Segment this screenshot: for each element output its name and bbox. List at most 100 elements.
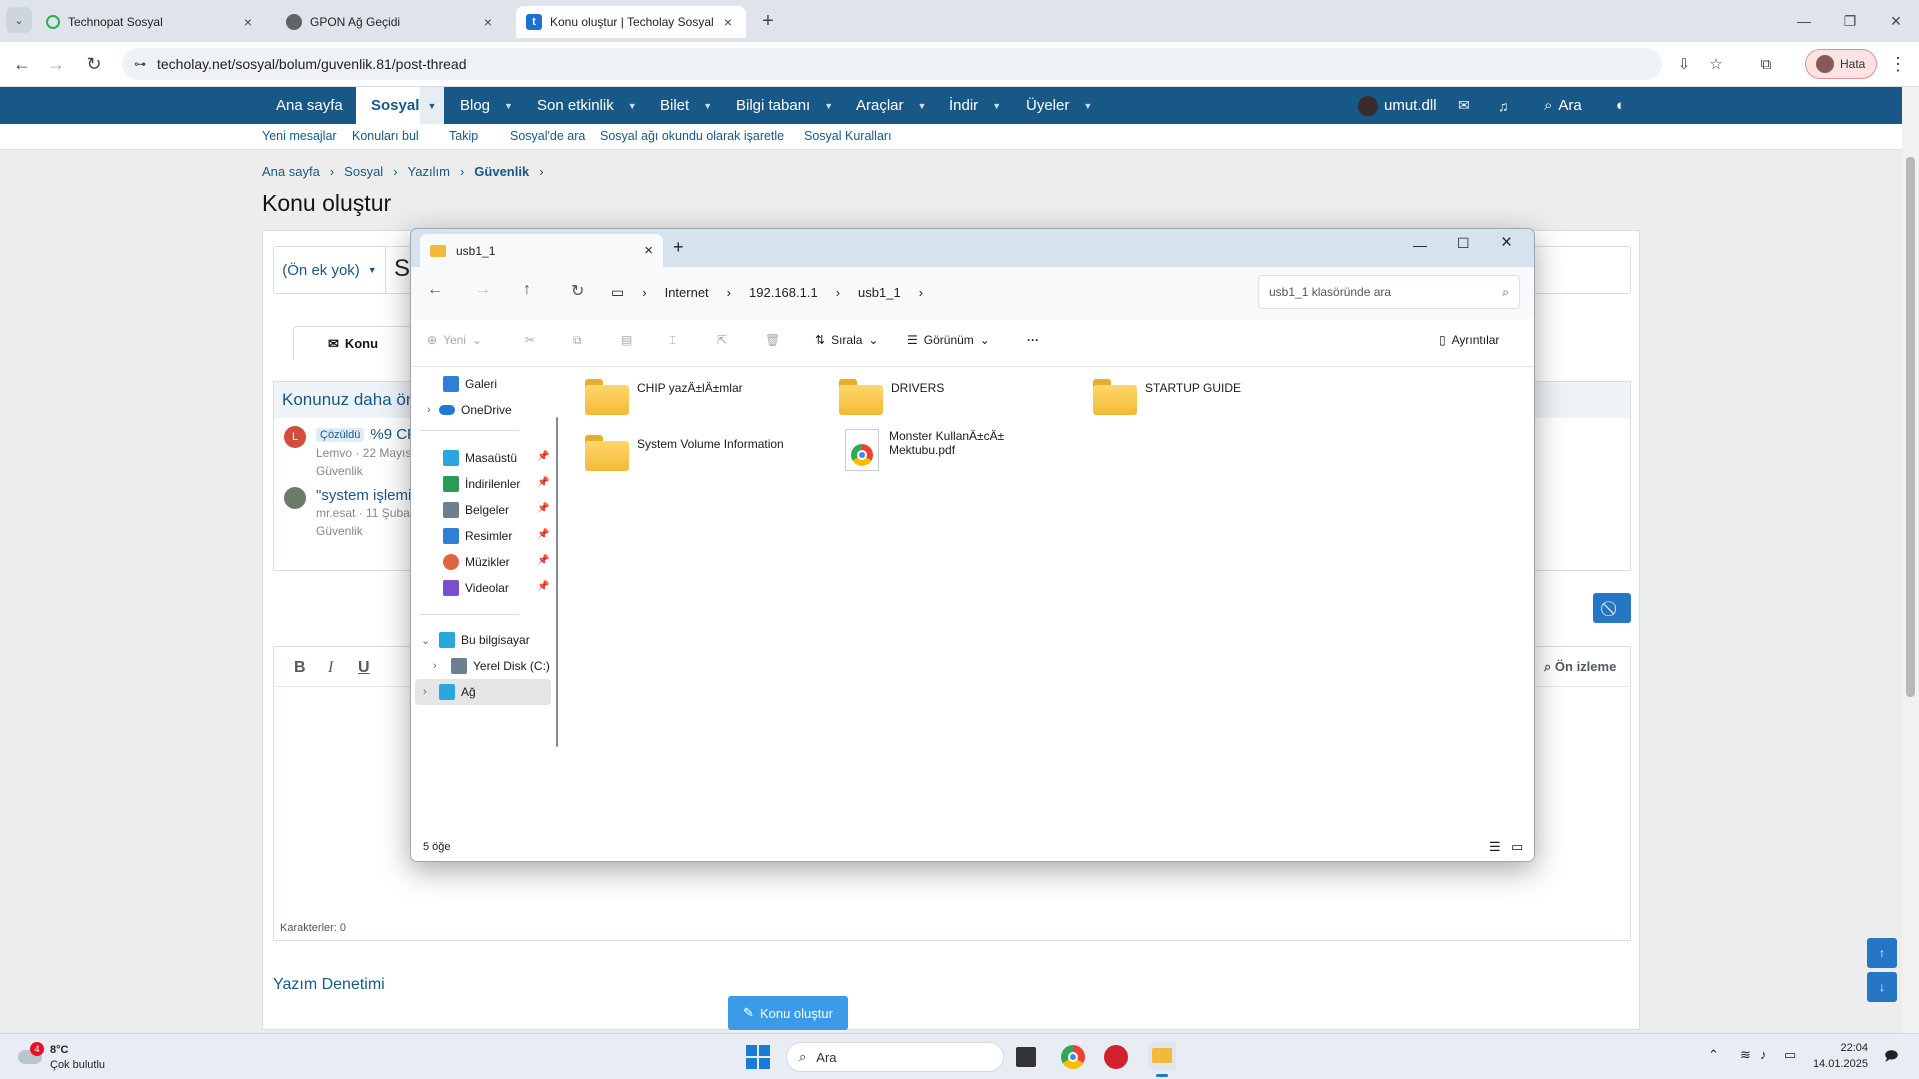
subnav-konulari-bul[interactable]: Konuları bul [352,129,419,143]
nav-blog[interactable]: Blog ▼ [460,87,513,124]
wifi-icon[interactable]: ≋ [1740,1047,1751,1063]
subnav-yeni-mesajlar[interactable]: Yeni mesajlar [262,129,337,143]
breadcrumb-sosyal[interactable]: Sosyal [344,164,383,179]
new-tab-button[interactable]: + [673,237,684,258]
sort-button[interactable]: ⇅ Sırala ⌄ [815,333,878,347]
tab-technopat[interactable]: Technopat Sosyal × [36,6,266,38]
sidebar-item-masaustu[interactable]: Masaüstü [443,445,517,471]
subnav-okundu[interactable]: Sosyal ağı okundu olarak işaretle [600,129,784,143]
nav-sosyal-dropdown[interactable]: ▼ [420,87,444,124]
battery-icon[interactable]: ▭ [1784,1047,1796,1063]
view-button[interactable]: ☰ Görünüm ⌄ [907,333,990,347]
url-field[interactable]: ⊶ techolay.net/sosyal/bolum/guvenlik.81/… [122,48,1662,80]
task-view-icon[interactable] [1016,1047,1036,1067]
windows-start-icon[interactable] [746,1045,770,1069]
weather-icon[interactable]: 4 [16,1042,44,1068]
underline-icon[interactable]: U [358,659,370,677]
rename-icon[interactable]: ⌶ [669,333,676,348]
explorer-tab[interactable]: usb1_1 × [420,234,663,267]
path-usb[interactable]: usb1_1 [858,285,901,300]
preview-button[interactable]: ⌕ Ön izleme [1544,659,1616,675]
folder-item[interactable]: System Volume Information [585,435,805,471]
close-tab-icon[interactable]: × [480,14,496,30]
tab-konu-olustur[interactable]: t Konu oluştur | Techolay Sosyal × [516,6,746,38]
sidebar-item-belgeler[interactable]: Belgeler [443,497,509,523]
nav-search[interactable]: ⌕ Ara [1544,87,1582,124]
nav-araclar[interactable]: Araçlar ▼ [856,87,926,124]
sidebar-item-videolar[interactable]: Videolar [443,575,509,601]
site-info-icon[interactable]: ⊶ [134,57,146,71]
chrome-icon[interactable] [1061,1045,1085,1069]
folder-item[interactable]: CHIP yazÄ±lÄ±mlar [585,379,785,415]
breadcrumb-yazilim[interactable]: Yazılım [408,164,450,179]
italic-icon[interactable]: I [328,659,333,677]
sidebar-scrollbar[interactable] [556,417,558,747]
profile-error-button[interactable]: Hata [1805,49,1877,79]
pin-icon[interactable]: 📌 [537,529,549,540]
paste-icon[interactable]: ▤ [621,333,632,347]
subnav-kurallar[interactable]: Sosyal Kuralları [804,129,892,143]
similar-thread-title[interactable]: "system işlemi [316,487,411,504]
sidebar-item-yerel-disk[interactable]: › Yerel Disk (C:) [433,653,550,679]
prefix-select[interactable]: (Ön ek yok) ▼ [274,247,386,293]
new-tab-button[interactable]: + [754,7,782,35]
breadcrumb-ana-sayfa[interactable]: Ana sayfa [262,164,320,179]
details-button[interactable]: ▯ Ayrıntılar [1439,333,1499,347]
sidebar-item-resimler[interactable]: Resimler [443,523,512,549]
tab-gpon[interactable]: GPON Ağ Geçidi × [276,6,506,38]
bell-icon[interactable]: ♫ [1498,87,1509,124]
submit-button[interactable]: ✎ Konu oluştur [728,996,848,1030]
chevron-up-icon[interactable]: ⌃ [1708,1047,1719,1063]
scroll-up-icon[interactable]: ↑ [1867,938,1897,968]
back-icon[interactable]: ← [8,50,36,78]
sidebar-item-indirilenler[interactable]: İndirilenler [443,471,520,497]
similar-thread-title[interactable]: Çözüldü %9 CP [316,426,417,443]
extensions-icon[interactable]: ⧉ [1752,50,1780,78]
copy-icon[interactable]: ⧉ [573,333,582,348]
mail-icon[interactable]: ✉ [1458,87,1470,124]
bookmark-star-icon[interactable]: ☆ [1702,50,1730,78]
close-window-icon[interactable]: × [1882,7,1910,35]
sidebar-item-ag[interactable]: › Ağ [415,679,551,705]
sidebar-item-onedrive[interactable]: › OneDrive [427,397,512,423]
nav-bilgi-tabani[interactable]: Bilgi tabanı ▼ [736,87,833,124]
delete-icon[interactable]: 🗑 [765,333,780,347]
page-scrollbar[interactable] [1902,87,1919,1033]
theme-toggle-icon[interactable]: ◐ [1616,87,1625,124]
details-view-icon[interactable]: ☰ [1489,839,1501,855]
sidebar-item-muzikler[interactable]: Müzikler [443,549,510,575]
pin-icon[interactable]: 📌 [537,451,549,462]
forward-icon[interactable]: → [475,281,491,299]
taskbar-search[interactable]: ⌕ Ara [786,1042,1004,1072]
restore-icon[interactable]: ❐ [1836,7,1864,35]
cut-icon[interactable]: ✂ [525,333,535,347]
similar-thread-forum[interactable]: Güvenlik [316,464,363,478]
bold-icon[interactable]: B [294,659,306,677]
nav-bilet[interactable]: Bilet ▼ [660,87,712,124]
clock-date[interactable]: 14.01.2025 [1808,1058,1868,1070]
up-icon[interactable]: ↑ [523,281,531,299]
close-tab-icon[interactable]: × [240,14,256,30]
minimize-icon[interactable]: — [1790,7,1818,35]
close-tab-icon[interactable]: × [720,14,736,30]
tab-search-icon[interactable]: ⌄ [6,7,32,33]
close-window-icon[interactable]: × [1501,232,1512,254]
nav-indir[interactable]: İndir ▼ [949,87,1001,124]
breadcrumb-guvenlik[interactable]: Güvenlik [474,164,529,179]
similar-thread-forum[interactable]: Güvenlik [316,524,363,538]
minimize-icon[interactable]: — [1413,237,1427,253]
reload-icon[interactable]: ↻ [80,50,108,78]
install-icon[interactable]: ⇩ [1670,50,1698,78]
disable-icon[interactable]: ⃠ [1593,593,1631,623]
file-explorer-taskbar-icon[interactable] [1148,1042,1176,1077]
maximize-icon[interactable]: ☐ [1457,235,1470,252]
path-internet[interactable]: Internet [665,285,709,300]
nav-son-etkinlik[interactable]: Son etkinlik ▼ [537,87,637,124]
path-ip[interactable]: 192.168.1.1 [749,285,818,300]
menu-icon[interactable]: ⋮ [1884,50,1912,78]
nav-uyeler[interactable]: Üyeler ▼ [1026,87,1092,124]
spell-check-link[interactable]: Yazım Denetimi [273,976,385,994]
subnav-sosyalde-ara[interactable]: Sosyal'de ara [510,129,585,143]
close-tab-icon[interactable]: × [644,242,653,259]
breadcrumb[interactable]: ▭ › Internet › 192.168.1.1 › usb1_1 › [611,275,1223,309]
